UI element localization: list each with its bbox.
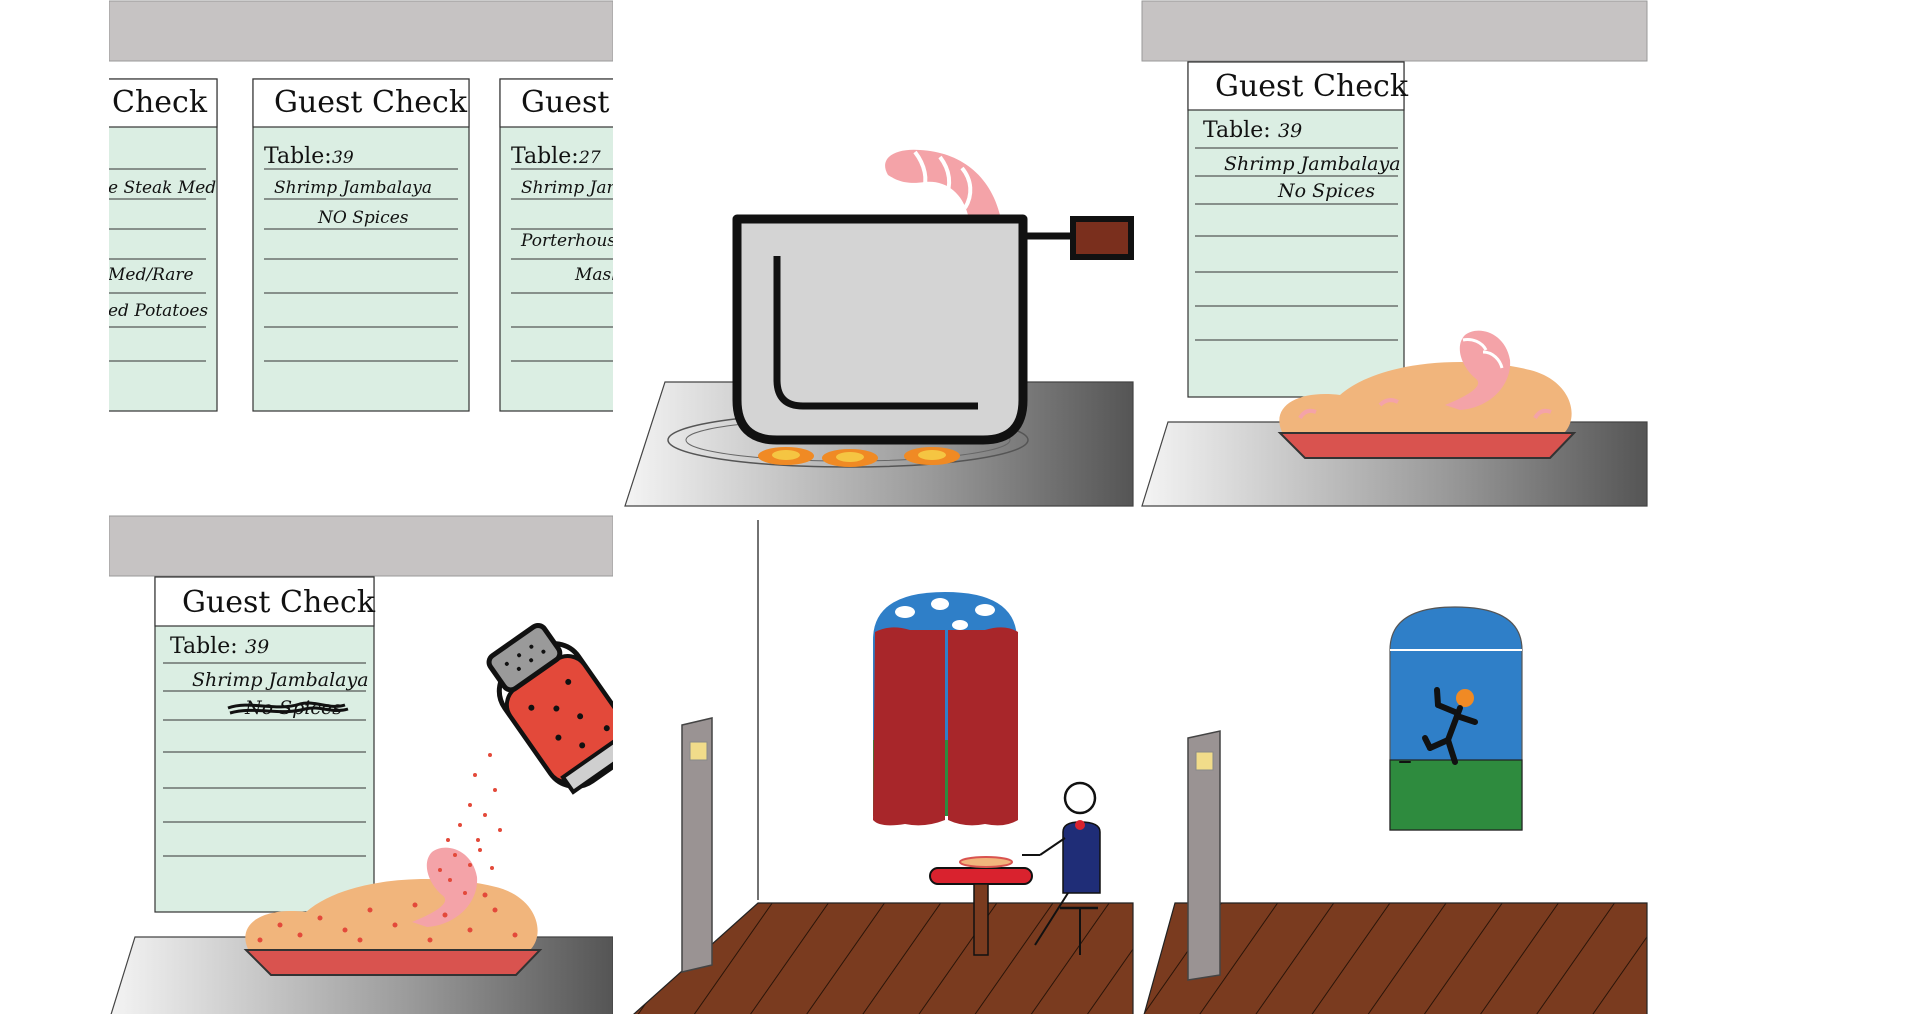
ticket-line: Shrimp Jambalaya (192, 669, 369, 691)
panel-ticket-rail: Check e Steak Med Med/Rare ed Potatoes G… (107, 0, 643, 412)
ticket-table-number: 39 (245, 636, 269, 658)
order-rail (109, 0, 613, 62)
ticket-table-label: Table: (264, 144, 332, 169)
ticket-line: Med/Rare (107, 265, 194, 285)
pot-handle (1070, 216, 1134, 260)
panel-spiced-dish: Guest Check Table: 39 Shrimp Jambalaya N… (109, 515, 613, 1014)
flame-icon (758, 447, 960, 467)
ticket-line: ed Potatoes (108, 301, 208, 321)
ticket-table-label: Table: (170, 634, 238, 659)
ticket-table-label: Table: (1203, 118, 1271, 143)
guest-check-ticket-table-39: Guest Check Table: 39 Shrimp Jambalaya N… (252, 78, 470, 412)
comic-strip: Check e Steak Med Med/Rare ed Potatoes G… (107, 0, 1648, 1014)
ticket-table-number: 39 (1278, 120, 1302, 142)
ticket-line: Mash (574, 265, 622, 285)
ticket-title: Guest Check (274, 85, 468, 120)
ticket-title: Guest Check (182, 585, 376, 620)
window-icon (1389, 606, 1523, 831)
guest-check-ticket-table-39: Guest Check Table: 39 Shrimp Jambalaya N… (1187, 61, 1409, 398)
ticket-line: NO Spices (317, 208, 409, 228)
panel-plated-dish: Guest Check Table: 39 Shrimp Jambalaya N… (1141, 0, 1648, 507)
guest-check-ticket-table-39: Guest Check Table: 39 Shrimp Jambalaya N… (154, 576, 376, 913)
panel-empty-room (1143, 606, 1648, 1014)
ticket-line: Shrimp Jambalaya (274, 178, 432, 198)
pepper-shaker-icon (438, 622, 613, 895)
ticket-line: e Steak Med (108, 178, 216, 198)
panel-diner-room (633, 520, 1134, 1014)
ticket-title: Guest Check (1215, 69, 1409, 104)
ticket-line: Porterhouse S (520, 231, 643, 251)
panel-cooking-pot (624, 149, 1134, 507)
ticket-table-number: 27 (578, 148, 601, 168)
ticket-table-number: 39 (332, 148, 354, 168)
ticket-table-label: Table: (511, 144, 579, 169)
door-icon (681, 717, 713, 973)
ticket-line: Shrimp Jamb (521, 178, 634, 198)
ticket-line-crossed-out: No Spices (244, 697, 342, 719)
window-icon (873, 592, 1018, 826)
ticket-line: No Spices (1277, 180, 1375, 202)
shrimp-icon (885, 149, 1000, 215)
door-icon (1187, 730, 1221, 981)
guest-check-ticket-table-27: Guest C Table: 27 Shrimp Jamb Porterhous… (499, 78, 643, 412)
ticket-title: Check (112, 85, 208, 120)
order-rail (109, 515, 613, 577)
guest-check-ticket: Check e Steak Med Med/Rare ed Potatoes (107, 78, 218, 412)
ticket-title: Guest C (521, 85, 642, 120)
order-rail (1141, 0, 1648, 62)
ticket-line: Shrimp Jambalaya (1224, 153, 1401, 175)
